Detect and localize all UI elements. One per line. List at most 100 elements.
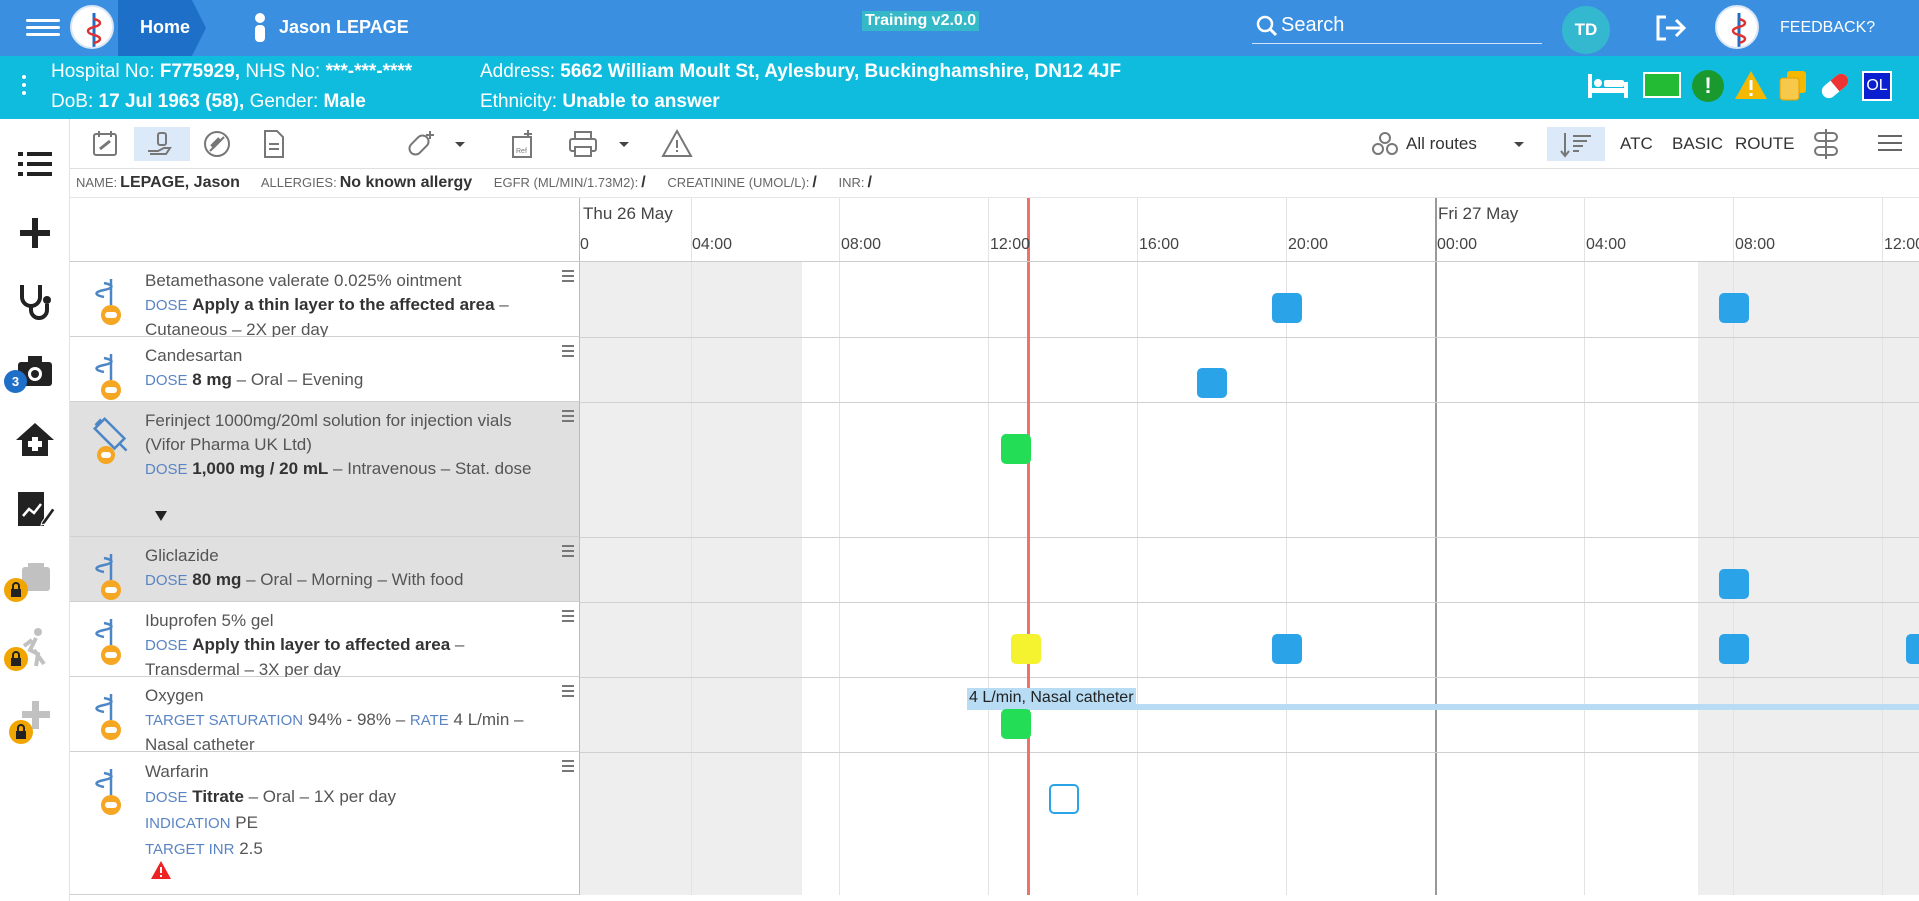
home-breadcrumb[interactable]: Home bbox=[118, 0, 206, 56]
expand-rows-icon[interactable] bbox=[1809, 127, 1843, 161]
sort-route-button[interactable]: ROUTE bbox=[1735, 134, 1795, 154]
drug-row[interactable]: Candesartan DOSE 8 mg – Oral – Evening bbox=[70, 337, 580, 402]
hamburger-menu-icon[interactable] bbox=[1878, 135, 1902, 151]
dose-due-marker[interactable] bbox=[1719, 293, 1749, 323]
hour-label: 12:00 bbox=[990, 236, 1031, 253]
drug-name: Ferinject 1000mg/20ml solution for injec… bbox=[145, 411, 512, 454]
documents-icon[interactable] bbox=[1778, 69, 1808, 101]
oral-route-icon bbox=[95, 279, 121, 325]
row-menu-icon[interactable] bbox=[562, 410, 574, 425]
indication-key: INDICATION bbox=[145, 815, 231, 832]
add-pill-icon[interactable] bbox=[404, 127, 438, 161]
print-icon[interactable] bbox=[566, 127, 600, 161]
more-vertical-icon[interactable] bbox=[22, 75, 27, 95]
sort-basic-button[interactable]: BASIC bbox=[1672, 134, 1723, 154]
row-menu-icon[interactable] bbox=[562, 685, 574, 700]
patient-info-bar: NAME: LEPAGE, Jason ALLERGIES: No known al… bbox=[70, 170, 1919, 198]
ol-badge[interactable]: OL bbox=[1862, 71, 1892, 101]
hour-label: 12:00 bbox=[1884, 236, 1919, 253]
sort-order-button[interactable] bbox=[1547, 127, 1605, 161]
pill-icon[interactable] bbox=[1818, 71, 1852, 101]
dose-given-marker[interactable] bbox=[1001, 434, 1031, 464]
nhs-label: NHS No: bbox=[245, 61, 321, 82]
row-menu-icon[interactable] bbox=[562, 270, 574, 285]
document-icon[interactable] bbox=[256, 127, 290, 161]
alert-circle-icon[interactable]: ! bbox=[1692, 70, 1724, 102]
dose-due-marker[interactable] bbox=[1719, 634, 1749, 664]
chart-edit-icon[interactable] bbox=[14, 488, 56, 530]
dose-due-marker[interactable] bbox=[1719, 569, 1749, 599]
dose-pending-marker[interactable] bbox=[1049, 784, 1079, 814]
name-value: LEPAGE, Jason bbox=[120, 174, 240, 191]
ethnicity: Ethnicity: Unable to answer bbox=[480, 91, 720, 113]
row-menu-icon[interactable] bbox=[562, 760, 574, 775]
home-icon[interactable] bbox=[14, 419, 56, 461]
feedback-logo[interactable] bbox=[1715, 5, 1759, 49]
calendar-pill-icon[interactable] bbox=[88, 127, 122, 161]
warning-icon[interactable] bbox=[150, 860, 172, 880]
drug-row[interactable]: Gliclazide DOSE 80 mg – Oral – Morning – … bbox=[70, 537, 580, 602]
warning-icon[interactable] bbox=[1734, 69, 1768, 101]
sidebar: 3 bbox=[0, 119, 70, 901]
app-logo[interactable] bbox=[70, 5, 114, 49]
user-avatar[interactable]: TD bbox=[1562, 6, 1610, 54]
lock-icon bbox=[4, 578, 28, 602]
administer-view-button[interactable] bbox=[134, 127, 190, 161]
dose-due-marker[interactable] bbox=[1197, 368, 1227, 398]
dose-key: DOSE bbox=[145, 637, 188, 654]
row-menu-icon[interactable] bbox=[562, 345, 574, 360]
chevron-down-icon[interactable] bbox=[1513, 141, 1525, 149]
dose-value: Apply thin layer to affected area bbox=[192, 635, 451, 654]
chevron-down-icon[interactable] bbox=[618, 141, 630, 149]
dose-due-marker[interactable] bbox=[1272, 634, 1302, 664]
drug-name: Oxygen bbox=[145, 686, 204, 705]
allergies-value: No known allergy bbox=[339, 174, 473, 191]
drug-row[interactable]: Ibuprofen 5% gel DOSE Apply thin layer to… bbox=[70, 602, 580, 679]
green-card-icon[interactable] bbox=[1643, 72, 1681, 98]
indication-value: PE bbox=[235, 813, 258, 832]
home-label: Home bbox=[140, 17, 191, 37]
menu-icon[interactable] bbox=[26, 16, 60, 40]
oral-route-icon bbox=[95, 769, 121, 815]
drug-row[interactable]: Warfarin DOSE Titrate – Oral – 1X per da… bbox=[70, 752, 580, 895]
dose-key: DOSE bbox=[145, 297, 188, 314]
gender: Male bbox=[323, 91, 366, 112]
oral-route-icon bbox=[95, 619, 121, 665]
oral-route-icon bbox=[95, 694, 121, 740]
logout-icon[interactable] bbox=[1654, 14, 1688, 42]
row-menu-icon[interactable] bbox=[562, 545, 574, 560]
plus-icon[interactable] bbox=[14, 212, 56, 254]
drug-row[interactable]: Oxygen TARGET SATURATION 94% - 98% – RATE… bbox=[70, 677, 580, 754]
drug-row[interactable]: Ferinject 1000mg/20ml solution for injec… bbox=[70, 402, 580, 537]
hour-label: 08:00 bbox=[1735, 236, 1776, 253]
oral-route-icon bbox=[95, 554, 121, 600]
address-label: Address: bbox=[480, 61, 555, 82]
no-pill-icon[interactable] bbox=[200, 127, 234, 161]
gender-label: Gender: bbox=[249, 91, 319, 112]
dose-given-marker[interactable] bbox=[1001, 709, 1031, 739]
chevron-down-icon[interactable] bbox=[454, 141, 466, 149]
hospital-no: F775929, bbox=[159, 61, 241, 82]
row-menu-icon[interactable] bbox=[562, 610, 574, 625]
hour-label: 00:00 bbox=[1437, 236, 1478, 253]
sort-atc-button[interactable]: ATC bbox=[1620, 134, 1653, 154]
hour-label: 16:00 bbox=[1139, 236, 1180, 253]
dose-late-marker[interactable] bbox=[1011, 634, 1041, 664]
stethoscope-icon[interactable] bbox=[14, 281, 56, 323]
expand-triangle-icon[interactable] bbox=[154, 510, 168, 522]
add-ref-icon[interactable]: Ref bbox=[506, 127, 540, 161]
search-box[interactable]: Search bbox=[1252, 10, 1542, 44]
dose-due-marker[interactable] bbox=[1906, 634, 1919, 664]
lock-icon bbox=[9, 720, 33, 744]
bed-icon[interactable] bbox=[1586, 70, 1630, 100]
feedback-button[interactable]: FEEDBACK? bbox=[1780, 19, 1875, 37]
drug-row[interactable]: Betamethasone valerate 0.025% ointment DO… bbox=[70, 262, 580, 339]
dose-due-marker[interactable] bbox=[1272, 293, 1302, 323]
address-value: 5662 William Moult St, Aylesbury, Buckin… bbox=[560, 61, 1122, 82]
dose-value: Titrate bbox=[192, 787, 244, 806]
route-filter-select[interactable]: All routes bbox=[1406, 134, 1477, 154]
warning-outline-icon[interactable] bbox=[660, 127, 694, 161]
dose-key: DOSE bbox=[145, 461, 188, 478]
hospital-no-label: Hospital No: bbox=[51, 61, 155, 82]
list-icon[interactable] bbox=[14, 143, 56, 185]
